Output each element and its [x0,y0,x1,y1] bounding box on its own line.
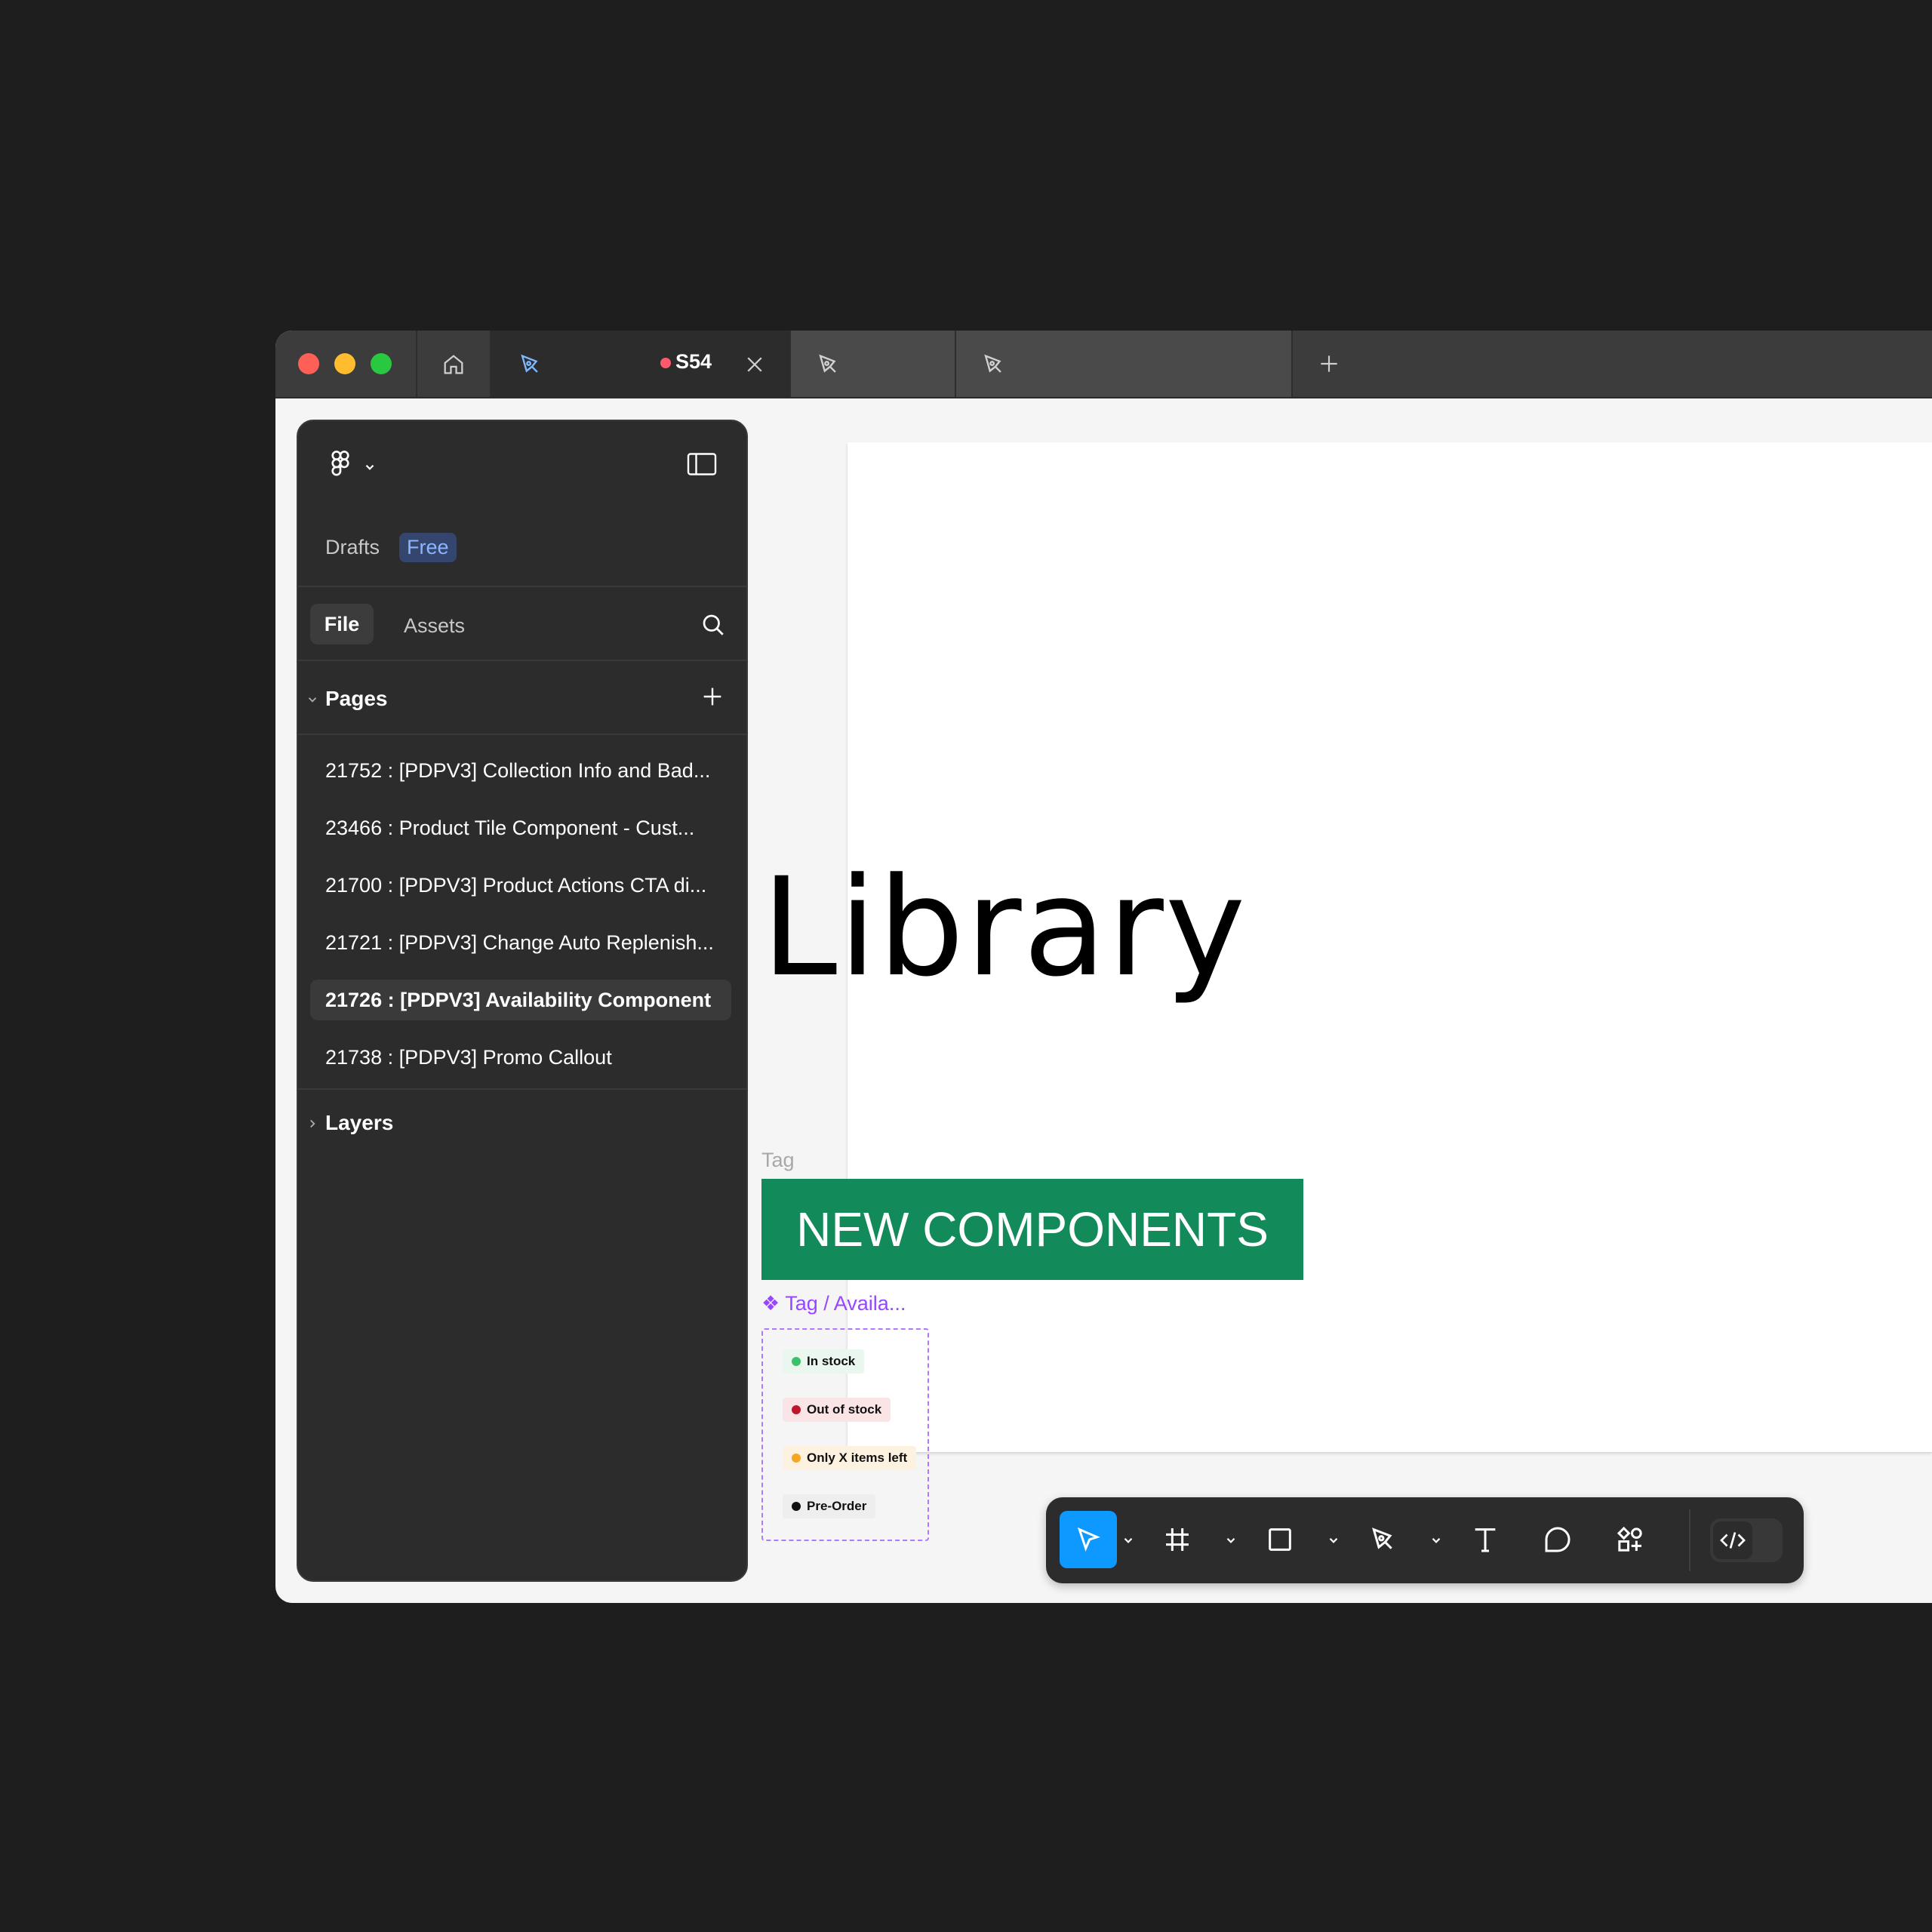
actions-icon [1617,1526,1642,1552]
plus-icon [1321,355,1337,372]
status-dot [792,1502,801,1511]
toolbar-divider [1689,1509,1690,1571]
shape-tool-button[interactable] [1251,1511,1309,1568]
text-tool-button[interactable] [1457,1511,1514,1568]
comment-tool-button[interactable] [1529,1511,1586,1568]
availability-chip-low-stock[interactable]: Only X items left [783,1446,917,1470]
layers-section-title[interactable]: Layers [325,1111,393,1135]
frame-tool-button[interactable] [1149,1511,1206,1568]
tab-assets[interactable]: Assets [404,614,465,638]
tag-section-label[interactable]: Tag [761,1149,795,1172]
divider [298,1088,746,1090]
divider [298,734,746,735]
move-tool-button[interactable] [1060,1511,1117,1568]
tab-file-3[interactable] [955,331,1291,397]
sidebar-toggle-icon[interactable] [686,451,718,477]
chevron-right-icon[interactable] [306,1117,319,1131]
status-dot [792,1454,801,1463]
actions-tool-button[interactable] [1601,1511,1659,1568]
page-item-selected[interactable]: 21726 : [PDPV3] Availability Component [310,980,731,1020]
close-tab-icon[interactable] [743,353,766,376]
availability-tag-component[interactable]: In stock Out of stock Only X items left … [761,1328,929,1541]
page-item[interactable]: 21752 : [PDPV3] Collection Info and Bad.… [310,750,731,791]
new-tab-button[interactable] [1291,331,1365,397]
home-icon [444,355,463,374]
chip-label: In stock [807,1354,856,1368]
availability-chip-pre-order[interactable]: Pre-Order [783,1494,876,1518]
add-page-icon[interactable] [700,684,725,709]
component-name-label[interactable]: ❖ Tag / Availa... [761,1292,906,1315]
pen-icon [1372,1527,1392,1549]
page-item[interactable]: 21721 : [PDPV3] Change Auto Replenish... [310,922,731,963]
maximize-window-button[interactable] [371,353,392,374]
minimize-window-button[interactable] [334,353,355,374]
dev-mode-toggle[interactable] [1710,1518,1783,1562]
team-name[interactable]: Drafts [325,536,380,559]
app-window: S54 Drafts Free File Assets Pages 21752 … [275,331,1932,1603]
bottom-toolbar [1046,1497,1804,1583]
chevron-down-icon[interactable] [363,460,377,474]
chevron-down-icon[interactable] [1327,1534,1340,1547]
title-bar: S54 [275,331,1932,398]
pen-tool-icon [819,354,836,373]
new-components-banner[interactable]: NEW COMPONENTS [761,1179,1303,1280]
close-window-button[interactable] [298,353,319,374]
text-icon [1475,1528,1496,1552]
divider [298,660,746,661]
tab-file-2[interactable] [789,331,955,397]
move-icon [1077,1527,1100,1552]
tab-title-text: S54 [675,350,712,373]
page-item[interactable]: 21738 : [PDPV3] Promo Callout [310,1037,731,1078]
chevron-down-icon[interactable] [1224,1534,1238,1547]
comment-icon [1545,1527,1571,1552]
figma-logo-icon[interactable] [327,448,354,481]
chip-label: Pre-Order [807,1499,867,1513]
rectangle-icon [1269,1528,1291,1551]
tab-file[interactable]: File [310,604,374,645]
chevron-down-icon[interactable] [1121,1534,1135,1547]
status-dot [792,1357,801,1366]
tab-home[interactable] [416,331,490,397]
chip-label: Out of stock [807,1402,882,1417]
pen-tool-icon [984,354,1001,373]
status-dot [792,1405,801,1414]
plan-badge: Free [399,533,457,562]
pen-tool-button[interactable] [1354,1511,1411,1568]
chevron-down-icon[interactable] [306,693,319,706]
pages-section-title[interactable]: Pages [325,687,388,711]
divider [298,586,746,587]
frame-icon [1166,1528,1189,1551]
chevron-down-icon[interactable] [1429,1534,1443,1547]
availability-chip-out-of-stock[interactable]: Out of stock [783,1398,891,1422]
availability-chip-in-stock[interactable]: In stock [783,1349,865,1374]
chip-label: Only X items left [807,1451,908,1465]
tab-title: S54 [660,350,712,374]
page-item[interactable]: 21700 : [PDPV3] Product Actions CTA di..… [310,865,731,906]
left-sidebar: Drafts Free File Assets Pages 21752 : [P… [297,420,748,1582]
code-icon [1720,1532,1746,1549]
page-item[interactable]: 23466 : Product Tile Component - Cust... [310,808,731,848]
canvas-title[interactable]: Library [761,860,1247,996]
search-icon[interactable] [700,611,727,638]
target-emoji-icon [660,357,671,368]
pen-tool-icon [521,354,538,373]
tab-active-file[interactable]: S54 [490,331,790,397]
